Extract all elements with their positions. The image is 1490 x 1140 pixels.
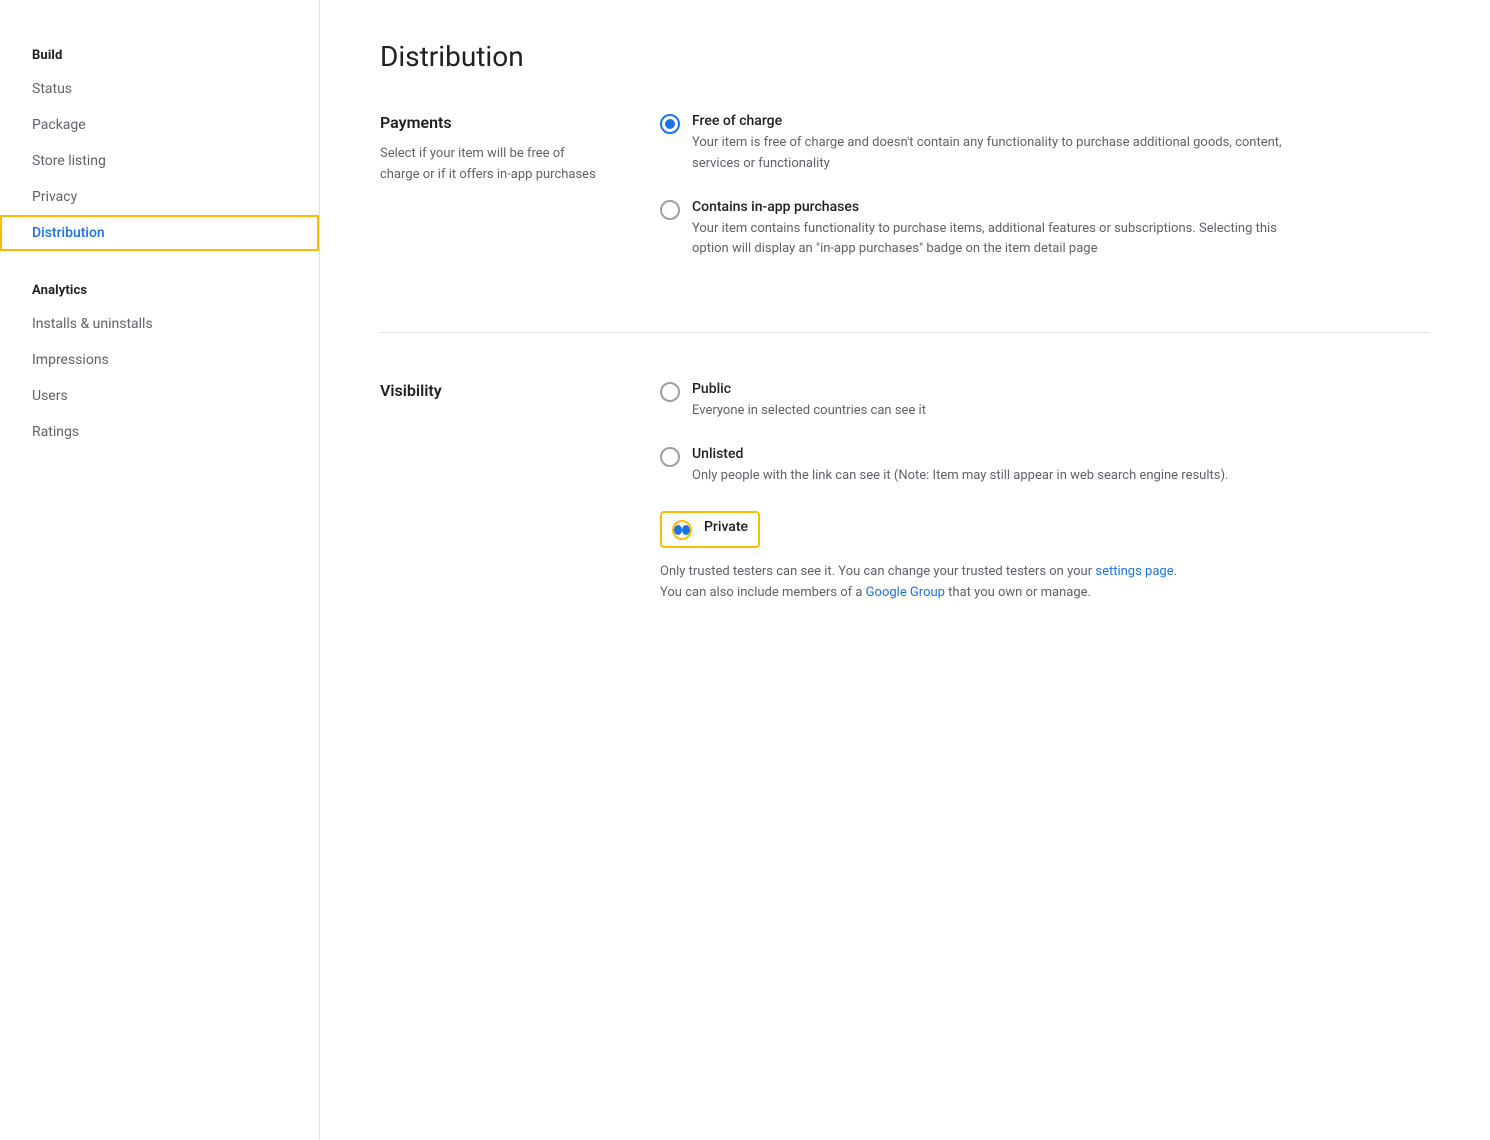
radio-option-inapp: Contains in-app purchases Your item cont… bbox=[660, 199, 1430, 261]
radio-public-label: Public bbox=[692, 381, 926, 397]
sidebar-item-store-listing[interactable]: Store listing bbox=[0, 143, 319, 179]
main-content: Distribution Payments Select if your ite… bbox=[320, 0, 1490, 1140]
settings-page-link[interactable]: settings page bbox=[1095, 564, 1173, 579]
radio-inapp[interactable] bbox=[660, 200, 680, 220]
radio-unlisted-label: Unlisted bbox=[692, 446, 1228, 462]
sidebar-item-ratings[interactable]: Ratings bbox=[0, 414, 319, 450]
sidebar-item-distribution[interactable]: Distribution bbox=[0, 215, 319, 251]
radio-public[interactable] bbox=[660, 382, 680, 402]
sidebar-item-users[interactable]: Users bbox=[0, 378, 319, 414]
radio-unlisted-desc: Only people with the link can see it (No… bbox=[692, 466, 1228, 487]
sidebar: Build Status Package Store listing Priva… bbox=[0, 0, 320, 1140]
radio-free-desc: Your item is free of charge and doesn't … bbox=[692, 133, 1292, 175]
radio-inapp-desc: Your item contains functionality to purc… bbox=[692, 219, 1292, 261]
radio-inapp-label: Contains in-app purchases bbox=[692, 199, 1292, 215]
payments-options: Free of charge Your item is free of char… bbox=[660, 113, 1430, 284]
payments-section: Payments Select if your item will be fre… bbox=[380, 113, 1430, 333]
visibility-label: Visibility bbox=[380, 381, 600, 400]
visibility-section: Visibility Public Everyone in selected c… bbox=[380, 381, 1430, 659]
radio-private-label: Private bbox=[704, 519, 748, 535]
payments-label: Payments bbox=[380, 113, 600, 132]
sidebar-build-title: Build bbox=[0, 40, 319, 71]
payments-description: Select if your item will be free of char… bbox=[380, 144, 600, 186]
radio-option-public: Public Everyone in selected countries ca… bbox=[660, 381, 1430, 422]
sidebar-item-installs[interactable]: Installs & uninstalls bbox=[0, 306, 319, 342]
radio-unlisted[interactable] bbox=[660, 447, 680, 467]
radio-free[interactable] bbox=[660, 114, 680, 134]
radio-public-desc: Everyone in selected countries can see i… bbox=[692, 401, 926, 422]
radio-option-free: Free of charge Your item is free of char… bbox=[660, 113, 1430, 175]
sidebar-item-status[interactable]: Status bbox=[0, 71, 319, 107]
sidebar-item-impressions[interactable]: Impressions bbox=[0, 342, 319, 378]
radio-private[interactable] bbox=[672, 520, 692, 540]
radio-option-private-wrapper: Private Only trusted testers can see it.… bbox=[660, 511, 1430, 604]
sidebar-analytics-title: Analytics bbox=[0, 275, 319, 306]
radio-option-private-highlight: Private bbox=[660, 511, 760, 548]
radio-free-label: Free of charge bbox=[692, 113, 1292, 129]
radio-private-desc: Only trusted testers can see it. You can… bbox=[660, 564, 1177, 600]
radio-option-unlisted: Unlisted Only people with the link can s… bbox=[660, 446, 1430, 487]
page-title: Distribution bbox=[380, 40, 1430, 73]
visibility-options: Public Everyone in selected countries ca… bbox=[660, 381, 1430, 611]
radio-private-desc-wrapper: Only trusted testers can see it. You can… bbox=[660, 562, 1300, 604]
sidebar-item-package[interactable]: Package bbox=[0, 107, 319, 143]
sidebar-item-privacy[interactable]: Privacy bbox=[0, 179, 319, 215]
google-group-link[interactable]: Google Group bbox=[866, 585, 945, 600]
